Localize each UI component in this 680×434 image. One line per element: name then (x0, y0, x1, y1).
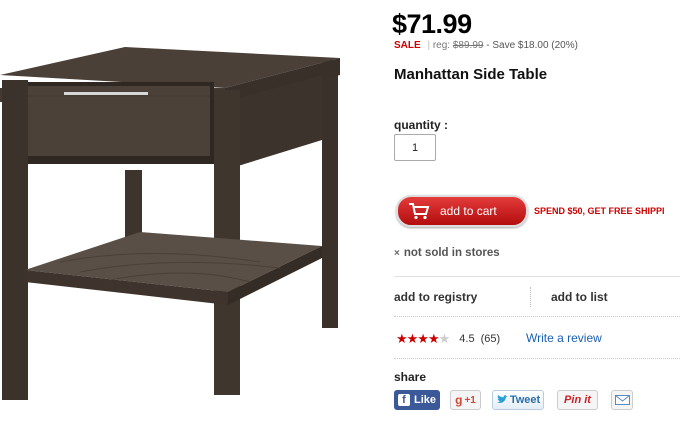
savings-text: - Save $18.00 (20%) (486, 40, 578, 51)
pin-it-button[interactable]: Pin it (557, 390, 598, 410)
add-to-list-link[interactable]: add to list (551, 290, 608, 304)
add-to-cart-label: add to cart (440, 204, 497, 218)
price: $71.99 (392, 9, 472, 39)
rating: ★★★★★ 4.5 (65) (396, 331, 500, 347)
envelope-icon (614, 395, 630, 405)
sale-badge: SALE (394, 40, 421, 51)
google-plus-icon: g (455, 393, 463, 407)
product-title: Manhattan Side Table (394, 66, 548, 83)
divider (394, 316, 680, 317)
add-to-cart-button[interactable]: add to cart (396, 195, 528, 227)
tweet-label: Tweet (509, 394, 541, 406)
store-availability-text: not sold in stores (403, 247, 500, 259)
facebook-like-button[interactable]: f Like (394, 390, 440, 410)
review-count: (65) (480, 333, 501, 345)
facebook-like-label: Like (413, 394, 436, 406)
close-icon: × (394, 248, 400, 259)
separator: | (427, 40, 431, 51)
tweet-button[interactable]: Tweet (492, 390, 544, 410)
divider (530, 287, 531, 307)
twitter-bird-icon (496, 395, 508, 403)
store-availability: × not sold in stores (394, 247, 500, 259)
quantity-label: quantity : (394, 118, 448, 132)
reg-price: $89.99 (452, 40, 484, 51)
email-share-button[interactable] (611, 390, 633, 410)
share-label: share (394, 370, 427, 384)
reg-label: reg: (432, 40, 451, 51)
google-plus-label: +1 (464, 394, 476, 406)
add-to-registry-link[interactable]: add to registry (394, 290, 477, 304)
divider (394, 358, 680, 359)
shipping-promo: SPEND $50, GET FREE SHIPPI (534, 206, 665, 216)
facebook-icon: f (397, 394, 410, 406)
price-details: SALE | reg: $89.99 - Save $18.00 (20%) (394, 40, 578, 51)
quantity-input[interactable] (394, 134, 436, 161)
write-review-link[interactable]: Write a review (526, 331, 602, 345)
star-rating: ★★★★★ (396, 331, 450, 346)
divider (394, 276, 680, 277)
cart-icon (409, 203, 430, 220)
product-image (0, 47, 340, 400)
pin-it-label: Pin it (564, 394, 591, 406)
rating-score: 4.5 (459, 333, 475, 345)
google-plus-button[interactable]: g +1 (450, 390, 481, 410)
